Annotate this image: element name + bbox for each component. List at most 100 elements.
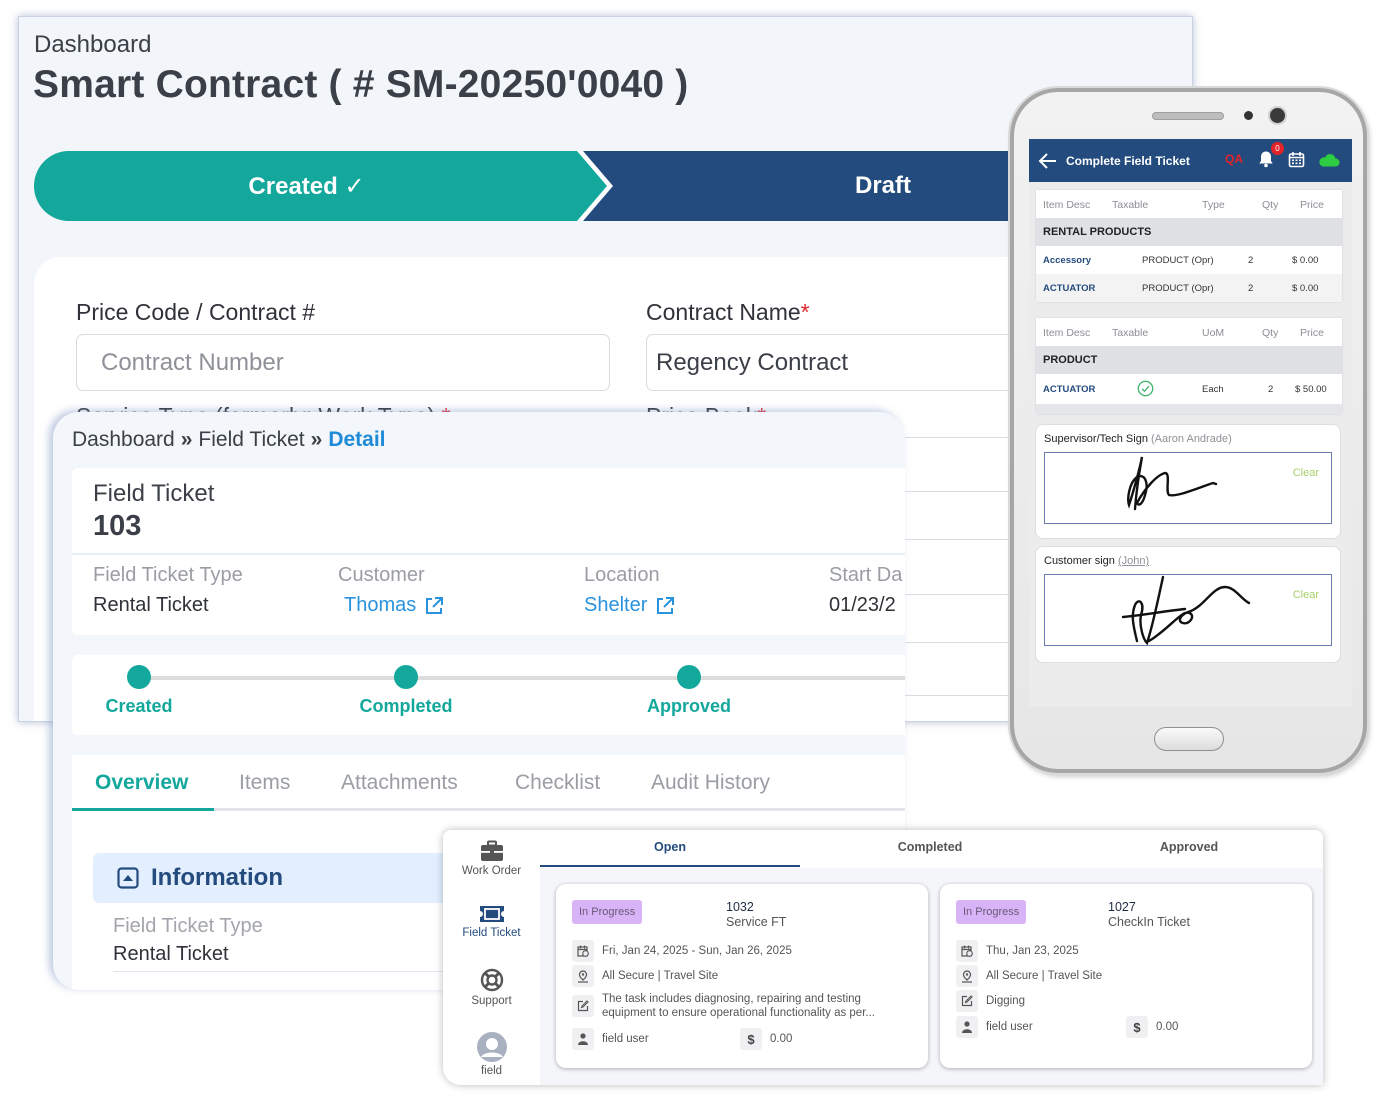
tab-items[interactable]: Items: [239, 771, 290, 795]
active-tab-indicator: [540, 865, 800, 867]
customer-signature-card: Customer sign (John) Clear: [1035, 546, 1341, 663]
table-row[interactable]: Accessory PRODUCT (Opr) 2 $ 0.00: [1036, 246, 1342, 274]
item-type: PRODUCT (Opr): [1142, 283, 1214, 294]
contract-name-label: Contract Name*: [646, 299, 810, 325]
section-title: Information: [151, 864, 283, 891]
ticket-number: 1032: [726, 900, 754, 914]
tab-audit-history[interactable]: Audit History: [651, 771, 770, 795]
meta-start-date: Start Da 01/23/2: [829, 564, 902, 617]
tab-checklist[interactable]: Checklist: [515, 771, 600, 795]
back-arrow-icon[interactable]: [1038, 152, 1058, 169]
external-link-icon[interactable]: [655, 596, 675, 616]
description-line: equipment to ensure operational function…: [602, 1007, 875, 1019]
notification-badge: 0: [1271, 142, 1284, 155]
customer-link[interactable]: Thomas: [344, 594, 444, 617]
contract-number-input[interactable]: Contract Number: [76, 334, 610, 391]
nav-profile[interactable]: field: [443, 1032, 540, 1077]
signature-label: Supervisor/Tech Sign (Aaron Andrade): [1044, 433, 1232, 445]
item-desc[interactable]: ACTUATOR: [1043, 384, 1095, 395]
external-link-icon[interactable]: [424, 596, 444, 616]
stage-created-label: Created ✓: [248, 172, 365, 200]
supervisor-signature-card: Supervisor/Tech Sign (Aaron Andrade) Cle…: [1035, 424, 1341, 539]
active-tab-indicator: [72, 808, 214, 811]
customer-signature-pad[interactable]: Clear: [1044, 574, 1332, 646]
user-icon: [572, 1028, 594, 1050]
tab-completed[interactable]: Completed: [898, 840, 963, 854]
nav-support[interactable]: Support: [443, 968, 540, 1007]
column-header: Type: [1202, 199, 1225, 211]
meta-label: Customer: [338, 564, 425, 586]
rental-products-table: Item Desc Taxable Type Qty Price RENTAL …: [1036, 190, 1342, 302]
item-desc[interactable]: Accessory: [1043, 255, 1091, 266]
item-price: $ 0.00: [1292, 283, 1319, 294]
progress-dot: [394, 665, 418, 689]
breadcrumb-field-ticket[interactable]: Field Ticket: [198, 428, 304, 451]
breadcrumb-dashboard[interactable]: Dashboard: [34, 31, 151, 59]
meta-label: Location: [584, 564, 660, 586]
customer-name: Thomas: [344, 594, 417, 616]
item-qty: 2: [1248, 283, 1254, 294]
calendar-icon[interactable]: [1288, 151, 1305, 168]
signer-name[interactable]: (John): [1118, 555, 1149, 567]
lifebuoy-icon: [480, 968, 503, 992]
tab-attachments[interactable]: Attachments: [341, 771, 458, 795]
ticket-location: All Secure | Travel Site: [956, 965, 1102, 987]
signature-stroke: [1121, 575, 1251, 646]
location-text: All Secure | Travel Site: [986, 970, 1103, 982]
nav-work-order[interactable]: Work Order: [443, 840, 540, 877]
column-header: Qty: [1262, 327, 1279, 339]
phone-home-button[interactable]: [1154, 727, 1224, 751]
cloud-sync-icon[interactable]: [1318, 152, 1340, 167]
status-progress: Created Completed Approved: [72, 655, 905, 735]
dates-text: Thu, Jan 23, 2025: [986, 945, 1079, 957]
information-section-header[interactable]: Information: [93, 853, 473, 903]
column-header: Item Desc: [1043, 199, 1091, 211]
ticket-description: Digging: [956, 990, 1025, 1012]
briefcase-icon: [480, 840, 503, 861]
location-pin-icon: [956, 965, 978, 987]
clear-signature-button[interactable]: Clear: [1293, 467, 1319, 479]
tab-open[interactable]: Open: [654, 840, 686, 854]
progress-label: Completed: [359, 696, 453, 716]
ticket-card[interactable]: In Progress 1027 CheckIn Ticket Thu, Jan…: [940, 884, 1312, 1068]
ticket-user: field user: [572, 1028, 649, 1050]
ticket-amount: $ 0.00: [1126, 1016, 1178, 1038]
breadcrumb-dashboard[interactable]: Dashboard: [72, 428, 175, 451]
contract-name-input[interactable]: Regency Contract: [646, 334, 1066, 391]
ticket-card[interactable]: In Progress 1032 Service FT Fri, Jan 24,…: [556, 884, 928, 1068]
ticket-kind: Field Ticket: [93, 480, 215, 507]
calendar-clock-icon: [572, 940, 594, 962]
column-header: Price: [1300, 327, 1324, 339]
nav-field-ticket[interactable]: Field Ticket: [443, 904, 540, 939]
meta-label: Field Ticket Type: [93, 564, 243, 586]
item-desc[interactable]: ACTUATOR: [1043, 283, 1095, 294]
table-row[interactable]: ACTUATOR Each 2 $ 50.00: [1036, 374, 1342, 404]
status-badge: In Progress: [956, 900, 1027, 924]
location-link[interactable]: Shelter: [584, 594, 675, 617]
stage-created[interactable]: Created ✓: [34, 151, 609, 221]
dollar-icon: $: [1126, 1016, 1148, 1038]
item-price: $ 0.00: [1292, 255, 1319, 266]
calendar-clock-icon: [956, 940, 978, 962]
phone-sensor: [1244, 111, 1253, 120]
clear-signature-button[interactable]: Clear: [1293, 589, 1319, 601]
table-row[interactable]: ACTUATOR PRODUCT (Opr) 2 $ 0.00: [1036, 274, 1342, 302]
avatar-icon: [476, 1032, 507, 1062]
phone-mockup: Complete Field Ticket QA 0 Item Desc Tax…: [1010, 88, 1367, 773]
tab-overview[interactable]: Overview: [95, 771, 188, 795]
column-header: Taxable: [1112, 327, 1149, 339]
collapse-icon[interactable]: [117, 867, 139, 889]
tab-approved[interactable]: Approved: [1160, 840, 1218, 854]
supervisor-signature-pad[interactable]: Clear: [1044, 452, 1332, 524]
location-name: Shelter: [584, 594, 648, 616]
table-group-header: PRODUCT: [1036, 346, 1342, 374]
ticket-location: All Secure | Travel Site: [572, 965, 718, 987]
nav-label: Work Order: [461, 865, 522, 877]
breadcrumb-detail: Detail: [328, 428, 386, 451]
table-group-header: RENTAL PRODUCTS: [1036, 218, 1342, 246]
side-nav: Work Order Field Ticket Support field: [443, 830, 540, 1085]
taxable-check-icon: [1137, 380, 1154, 397]
ticket-dates: Fri, Jan 24, 2025 - Sun, Jan 26, 2025: [572, 940, 792, 962]
meta-customer: Customer Thomas: [338, 564, 444, 617]
info-field-value: Rental Ticket: [113, 943, 229, 965]
